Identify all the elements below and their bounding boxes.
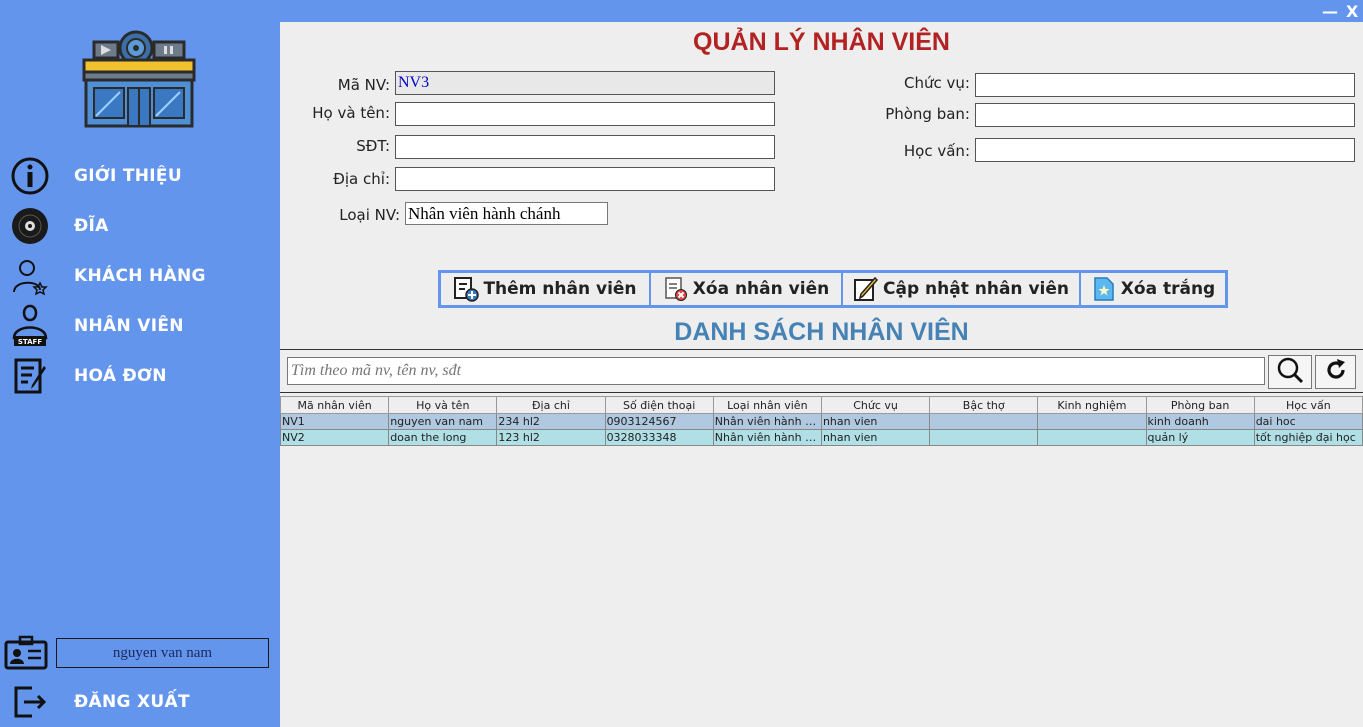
loai-nv-select[interactable]: Nhân viên hành chánh [405, 202, 608, 225]
sidebar-item-label: ĐĨA [74, 216, 109, 236]
main-panel: QUẢN LÝ NHÂN VIÊN Mã NV: NV3 Họ và tên: … [279, 22, 1363, 727]
table-cell [1037, 413, 1147, 430]
svg-text:STAFF: STAFF [18, 338, 42, 346]
sdt-field[interactable] [395, 135, 775, 159]
dia-chi-field[interactable] [395, 167, 775, 191]
current-user-name: nguyen van nam [56, 638, 269, 668]
minimize-button[interactable]: — [1322, 2, 1338, 22]
table-cell: Nhân viên hành c... [712, 413, 822, 430]
invoice-icon [8, 354, 52, 398]
sidebar-item-khach-hang[interactable]: KHÁCH HÀNG [8, 254, 268, 298]
logout-label: ĐĂNG XUẤT [74, 692, 190, 712]
column-header[interactable]: Bậc thợ [929, 396, 1039, 414]
sidebar: GIỚI THIỆU ĐĨA KHÁCH HÀNG STAFF NHÂN VIÊ… [0, 0, 280, 727]
table-cell: 234 hl2 [496, 413, 606, 430]
customer-icon [8, 254, 52, 298]
table-cell: tốt nghiệp đại học [1253, 429, 1363, 446]
delete-document-icon [663, 276, 689, 302]
add-document-icon [453, 276, 480, 302]
table-cell [929, 413, 1039, 430]
table-cell: NV1 [279, 413, 390, 430]
table-row[interactable]: NV1 nguyen van nam 234 hl2 0903124567 Nh… [279, 413, 1363, 430]
ma-nv-label: Mã NV: [337, 76, 390, 94]
info-icon [8, 154, 52, 198]
store-logo-icon [80, 30, 200, 130]
sidebar-item-dia[interactable]: ĐĨA [8, 204, 268, 248]
sidebar-item-nhan-vien[interactable]: STAFF NHÂN VIÊN [8, 304, 268, 348]
column-header[interactable]: Kinh nghiệm [1037, 396, 1147, 414]
search-button[interactable] [1268, 355, 1312, 389]
table-cell: nhan vien [820, 413, 931, 430]
table-cell: 123 hl2 [496, 429, 606, 446]
sdt-label: SĐT: [356, 137, 390, 155]
table-cell: 0903124567 [604, 413, 714, 430]
action-toolbar: Thêm nhân viên Xóa nhân viên Cập nhật nh… [438, 270, 1228, 308]
column-header[interactable]: Số điện thoại [604, 396, 714, 414]
table-cell: NV2 [279, 429, 390, 446]
loai-nv-label: Loại NV: [339, 206, 400, 224]
edit-document-icon [853, 276, 879, 302]
sidebar-item-label: KHÁCH HÀNG [74, 266, 206, 286]
add-employee-button[interactable]: Thêm nhân viên [441, 273, 649, 305]
table-cell: quản lý [1145, 429, 1255, 446]
delete-employee-label: Xóa nhân viên [692, 279, 830, 299]
table-row[interactable]: NV2 doan the long 123 hl2 0328033348 Nhâ… [279, 429, 1363, 446]
table-cell [929, 429, 1039, 446]
chuc-vu-field[interactable] [975, 73, 1355, 97]
sidebar-item-label: GIỚI THIỆU [74, 166, 182, 186]
add-employee-label: Thêm nhân viên [483, 279, 637, 299]
column-header[interactable]: Loại nhân viên [712, 396, 822, 414]
hoc-van-field[interactable] [975, 138, 1355, 162]
hoc-van-label: Học vấn: [903, 142, 970, 160]
table-cell: 0328033348 [604, 429, 714, 446]
clear-form-button[interactable]: Xóa trắng [1081, 273, 1225, 305]
delete-employee-button[interactable]: Xóa nhân viên [651, 273, 841, 305]
table-cell: nhan vien [820, 429, 931, 446]
chuc-vu-label: Chức vụ: [904, 74, 970, 92]
table-cell: Nhân viên hành c... [712, 429, 822, 446]
column-header[interactable]: Phòng ban [1145, 396, 1255, 414]
logout-icon [8, 680, 52, 724]
ho-ten-field[interactable] [395, 102, 775, 126]
search-bar [280, 349, 1363, 393]
column-header[interactable]: Học vấn [1253, 396, 1363, 414]
dia-chi-label: Địa chỉ: [333, 170, 390, 188]
sidebar-item-label: HOÁ ĐƠN [74, 366, 167, 386]
column-header[interactable]: Họ và tên [388, 396, 498, 414]
refresh-icon [1324, 358, 1348, 386]
table-header-row: Mã nhân viên Họ và tên Địa chỉ Số điện t… [279, 396, 1363, 414]
employee-table: Mã nhân viên Họ và tên Địa chỉ Số điện t… [279, 396, 1363, 446]
sidebar-item-hoa-don[interactable]: HOÁ ĐƠN [8, 354, 268, 398]
ho-ten-label: Họ và tên: [312, 104, 390, 122]
table-cell: nguyen van nam [388, 413, 498, 430]
column-header[interactable]: Mã nhân viên [279, 396, 390, 414]
column-header[interactable]: Chức vụ [820, 396, 931, 414]
search-icon [1276, 356, 1304, 388]
new-file-icon [1091, 276, 1117, 302]
column-header[interactable]: Địa chỉ [496, 396, 606, 414]
phong-ban-label: Phòng ban: [885, 105, 970, 123]
refresh-button[interactable] [1315, 355, 1356, 389]
logout-button[interactable]: ĐĂNG XUẤT [8, 680, 268, 724]
sidebar-item-label: NHÂN VIÊN [74, 316, 184, 336]
staff-icon: STAFF [8, 304, 52, 348]
phong-ban-field[interactable] [975, 103, 1355, 127]
close-button[interactable]: X [1346, 2, 1358, 22]
sidebar-item-gioi-thieu[interactable]: GIỚI THIỆU [8, 154, 268, 198]
table-cell [1037, 429, 1147, 446]
update-employee-button[interactable]: Cập nhật nhân viên [843, 273, 1079, 305]
search-input[interactable] [287, 357, 1265, 385]
ma-nv-field: NV3 [395, 71, 775, 95]
table-cell: dai hoc [1253, 413, 1363, 430]
table-cell: doan the long [388, 429, 498, 446]
id-card-icon [4, 634, 48, 672]
page-title: QUẢN LÝ NHÂN VIÊN [693, 28, 950, 56]
list-title: DANH SÁCH NHÂN VIÊN [674, 318, 969, 346]
disc-icon [8, 204, 52, 248]
table-cell: kinh doanh [1145, 413, 1255, 430]
clear-form-label: Xóa trắng [1120, 279, 1216, 299]
update-employee-label: Cập nhật nhân viên [883, 279, 1069, 299]
